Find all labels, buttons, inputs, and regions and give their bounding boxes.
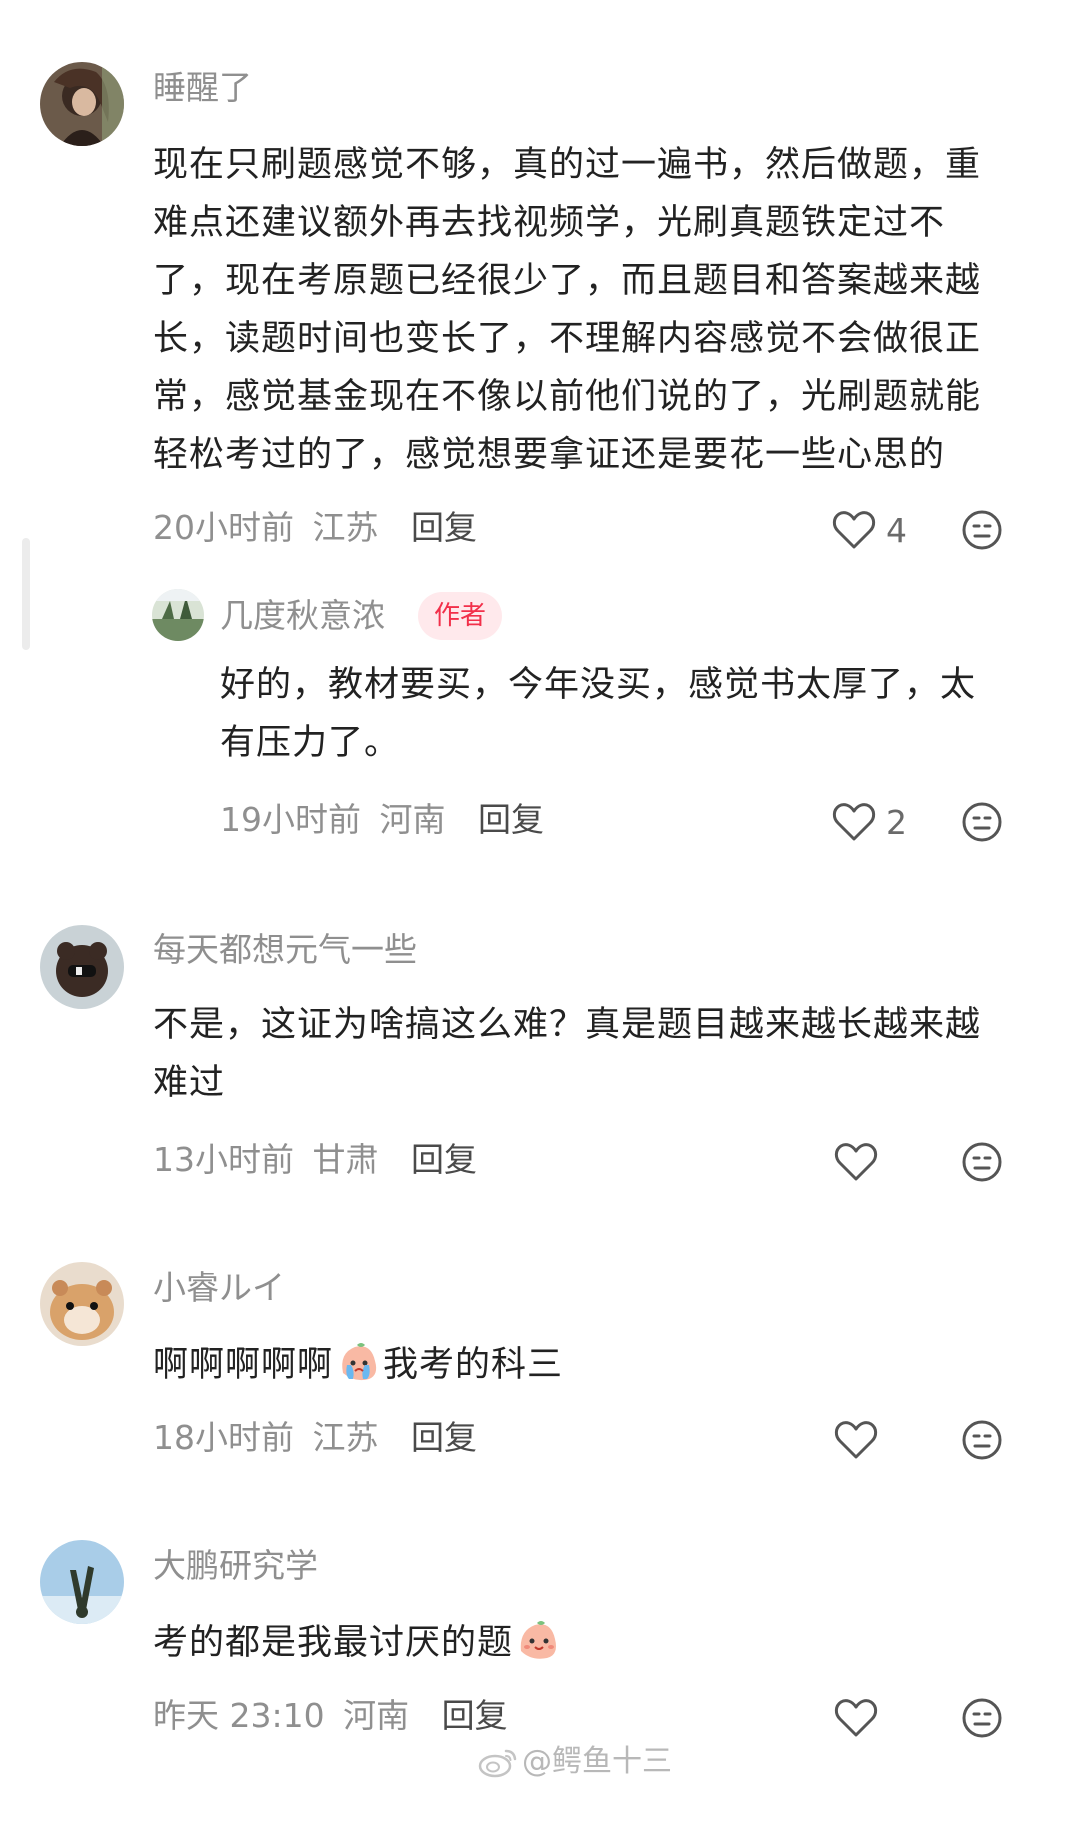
- comment-text: 啊啊啊啊啊 我考的科三: [153, 1336, 1033, 1394]
- comment-line: 难点还建议额外再去找视频学，光刷真题铁定过不: [153, 203, 946, 243]
- dislike-face-icon: [962, 802, 1002, 842]
- comment-meta: 20小时前 江苏 回复: [153, 508, 477, 548]
- comment-line: 了，现在考原题已经很少了，而且题目和答案越来越: [153, 261, 982, 301]
- comment-meta: 昨天 23:10 河南 回复: [153, 1696, 508, 1736]
- username[interactable]: 大鹏研究学: [153, 1546, 318, 1586]
- like-button[interactable]: 2: [832, 800, 907, 844]
- dislike-button[interactable]: [961, 1141, 1003, 1183]
- reply-button[interactable]: 回复: [442, 1696, 508, 1735]
- dislike-button[interactable]: [961, 1419, 1003, 1461]
- timestamp: 昨天 23:10: [153, 1696, 325, 1735]
- avatar-image-icon: [40, 925, 124, 1009]
- location: 河南: [379, 800, 446, 839]
- username[interactable]: 每天都想元气一些: [153, 930, 417, 970]
- dislike-button[interactable]: [961, 1697, 1003, 1739]
- comment-line: 好的，教材要买，今年没买，感觉书太厚了，太: [220, 665, 977, 705]
- comment-meta: 13小时前 甘肃 回复: [153, 1140, 477, 1180]
- avatar[interactable]: [40, 925, 124, 1009]
- avatar[interactable]: [40, 1262, 124, 1346]
- avatar[interactable]: [40, 62, 124, 146]
- like-button[interactable]: [834, 1418, 878, 1462]
- dislike-button[interactable]: [961, 509, 1003, 551]
- avatar-image-icon: [152, 589, 204, 641]
- reply-button[interactable]: 回复: [411, 1140, 477, 1179]
- comment-text: 现在只刷题感觉不够，真的过一遍书，然后做题，重 难点还建议额外再去找视频学，光刷…: [153, 136, 1033, 484]
- username[interactable]: 睡醒了: [153, 68, 252, 108]
- comment-line: 常，感觉基金现在不像以前他们说的了，光刷题就能: [153, 377, 982, 417]
- timestamp: 19小时前: [220, 800, 361, 839]
- like-button[interactable]: 4: [832, 508, 907, 552]
- comment-text: 考的都是我最讨厌的题: [153, 1614, 1033, 1672]
- watermark-text: @鳄鱼十三: [522, 1744, 672, 1779]
- like-count: 4: [886, 510, 907, 550]
- weibo-logo-icon: [478, 1749, 517, 1778]
- dislike-face-icon: [962, 1142, 1002, 1182]
- avatar[interactable]: [40, 1540, 124, 1624]
- username[interactable]: 小睿ルイ: [153, 1268, 285, 1308]
- avatar-image-icon: [40, 1540, 124, 1624]
- like-button[interactable]: [834, 1140, 878, 1184]
- timestamp: 20小时前: [153, 508, 294, 547]
- scroll-indicator[interactable]: [22, 538, 30, 650]
- heart-icon: [832, 511, 876, 549]
- comment-line: 难过: [153, 1063, 226, 1103]
- reply-text: 好的，教材要买，今年没买，感觉书太厚了，太 有压力了。: [220, 656, 1020, 772]
- heart-icon: [834, 1421, 878, 1459]
- heart-icon: [834, 1143, 878, 1181]
- comment-line: 不是，这证为啥搞这么难？真是题目越来越长越来越: [153, 1005, 982, 1045]
- crying-face-emoji-icon: [342, 1343, 377, 1381]
- location: 江苏: [312, 1418, 379, 1457]
- comment-text-part: 考的都是我最讨厌的题: [153, 1623, 514, 1663]
- comment-text-part: 啊啊啊啊啊: [153, 1345, 334, 1385]
- dislike-face-icon: [962, 1420, 1002, 1460]
- comment-text-part: 我考的科三: [383, 1345, 564, 1385]
- heart-icon: [834, 1699, 878, 1737]
- reply-button[interactable]: 回复: [478, 800, 544, 839]
- timestamp: 13小时前: [153, 1140, 294, 1179]
- comment-line: 长，读题时间也变长了，不理解内容感觉不会做很正: [153, 319, 982, 359]
- like-count: 2: [886, 802, 907, 842]
- comment-line: 有压力了。: [220, 723, 401, 763]
- location: 江苏: [312, 508, 379, 547]
- comment-line: 轻松考过的了，感觉想要拿证还是要花一些心思的: [153, 435, 946, 475]
- avatar[interactable]: [152, 589, 204, 641]
- dislike-button[interactable]: [961, 801, 1003, 843]
- dislike-face-icon: [962, 1698, 1002, 1738]
- reply-username[interactable]: 几度秋意浓: [220, 596, 385, 636]
- avatar-image-icon: [40, 1262, 124, 1346]
- watermark: @鳄鱼十三: [478, 1742, 672, 1782]
- timestamp: 18小时前: [153, 1418, 294, 1457]
- comment-meta: 18小时前 江苏 回复: [153, 1418, 477, 1458]
- reply-button[interactable]: 回复: [411, 1418, 477, 1457]
- comment-line: 现在只刷题感觉不够，真的过一遍书，然后做题，重: [153, 145, 982, 185]
- reply-meta: 19小时前 河南 回复: [220, 800, 544, 840]
- avatar-image-icon: [40, 62, 124, 146]
- location: 甘肃: [312, 1140, 379, 1179]
- like-button[interactable]: [834, 1696, 878, 1740]
- heart-icon: [832, 803, 876, 841]
- smiling-blob-emoji-icon: [520, 1621, 557, 1659]
- location: 河南: [343, 1696, 410, 1735]
- comment-text: 不是，这证为啥搞这么难？真是题目越来越长越来越 难过: [153, 996, 1033, 1112]
- author-badge: 作者: [418, 592, 503, 640]
- dislike-face-icon: [962, 510, 1002, 550]
- reply-button[interactable]: 回复: [411, 508, 477, 547]
